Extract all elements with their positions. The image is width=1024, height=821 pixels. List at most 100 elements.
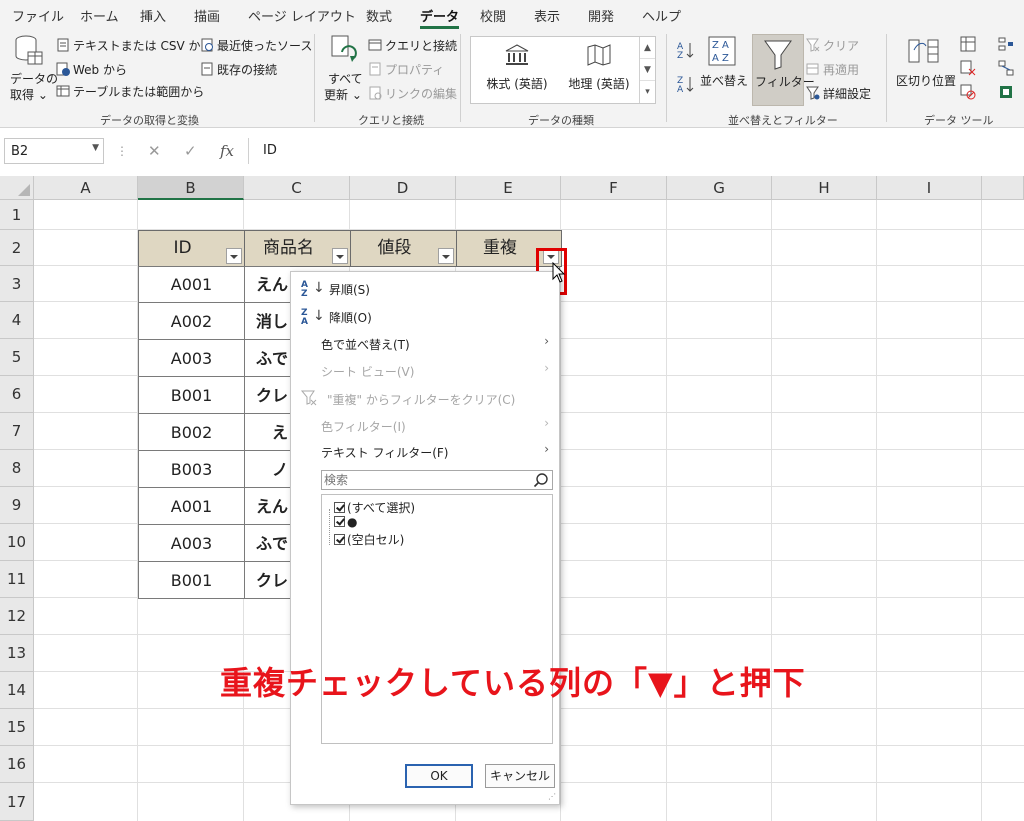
- table-cell-product-name[interactable]: クレ: [244, 561, 290, 599]
- filter-dropdown-button[interactable]: [332, 248, 348, 264]
- tab-page-layout[interactable]: ページ レイアウト: [248, 6, 356, 25]
- table-cell-product-name[interactable]: クレ: [244, 376, 290, 414]
- consolidate-icon[interactable]: [998, 36, 1014, 52]
- from-table-button[interactable]: テーブルまたは範囲から: [56, 84, 204, 99]
- gallery-scrollbar[interactable]: ▲ ▼ ▾: [639, 37, 655, 103]
- row-header-9[interactable]: 9: [0, 487, 34, 524]
- tab-insert[interactable]: 挿入: [140, 6, 166, 25]
- table-cell-product-name[interactable]: えん: [244, 487, 290, 525]
- sort-by-color-item[interactable]: 色で並べ替え(T) ›: [291, 334, 559, 356]
- column-header-a[interactable]: A: [34, 176, 138, 200]
- sort-descending-button[interactable]: ZA: [676, 74, 696, 95]
- tab-file[interactable]: ファイル: [12, 6, 64, 25]
- tab-developer[interactable]: 開発: [588, 6, 614, 25]
- table-cell-product-name[interactable]: 消し: [244, 302, 290, 340]
- column-header-f[interactable]: F: [561, 176, 667, 200]
- filter-button[interactable]: フィルター: [752, 34, 815, 106]
- tab-view[interactable]: 表示: [534, 6, 560, 25]
- gallery-up-icon[interactable]: ▲: [640, 37, 655, 59]
- gallery-down-icon[interactable]: ▼: [640, 59, 655, 81]
- tab-formulas[interactable]: 数式: [366, 6, 392, 25]
- from-web-button[interactable]: Web から: [56, 62, 127, 77]
- relationships-icon[interactable]: [998, 60, 1014, 76]
- from-text-csv-button[interactable]: テキストまたは CSV から: [56, 38, 212, 53]
- table-cell-id[interactable]: B002: [138, 413, 245, 451]
- table-cell-id[interactable]: A003: [138, 524, 245, 562]
- advanced-filter-button[interactable]: 詳細設定: [806, 86, 871, 101]
- filter-value-blank[interactable]: (空白セル): [334, 531, 404, 548]
- column-header-g[interactable]: G: [667, 176, 772, 200]
- sort-button[interactable]: Z A A Z 並べ替え: [700, 34, 748, 104]
- table-cell-id[interactable]: B001: [138, 376, 245, 414]
- clear-filter-item[interactable]: "重複" からフィルターをクリア(C): [291, 388, 559, 410]
- row-header-14[interactable]: 14: [0, 672, 34, 709]
- search-icon[interactable]: [533, 472, 549, 488]
- confirm-entry-icon[interactable]: ✓: [184, 142, 197, 160]
- chevron-down-icon[interactable]: ▼: [92, 143, 99, 153]
- row-header-2[interactable]: 2: [0, 230, 34, 266]
- flash-fill-icon[interactable]: [960, 36, 976, 52]
- column-header-e[interactable]: E: [456, 176, 561, 200]
- column-header-c[interactable]: C: [244, 176, 350, 200]
- geography-button[interactable]: 地理 (英語): [559, 41, 639, 99]
- tab-help[interactable]: ヘルプ: [642, 6, 681, 25]
- reapply-button[interactable]: 再適用: [806, 62, 859, 77]
- column-header-b[interactable]: B: [138, 176, 244, 200]
- tab-data[interactable]: データ: [420, 6, 460, 29]
- resize-grip-icon[interactable]: ⋰: [548, 792, 556, 801]
- table-cell-id[interactable]: B003: [138, 450, 245, 488]
- row-header-3[interactable]: 3: [0, 266, 34, 302]
- color-filter-item[interactable]: 色フィルター(I) ›: [291, 416, 559, 438]
- clear-filter-button[interactable]: クリア: [806, 38, 859, 53]
- insert-function-icon[interactable]: fx: [220, 142, 234, 160]
- table-cell-product-name[interactable]: ノ: [244, 450, 290, 488]
- checkbox-checked[interactable]: [334, 516, 345, 527]
- table-cell-product-name[interactable]: えん: [244, 266, 290, 303]
- sort-ascending-item[interactable]: AZ ↓ 昇順(S): [291, 278, 559, 300]
- column-header-i[interactable]: I: [877, 176, 982, 200]
- data-validation-icon[interactable]: [960, 84, 976, 100]
- row-header-17[interactable]: 17: [0, 783, 34, 821]
- row-header-5[interactable]: 5: [0, 339, 34, 376]
- queries-connections-button[interactable]: クエリと接続: [368, 38, 457, 53]
- tab-review[interactable]: 校閲: [480, 6, 506, 25]
- tab-home[interactable]: ホーム: [80, 6, 119, 25]
- filter-dropdown-button[interactable]: [438, 248, 454, 264]
- text-to-columns-button[interactable]: 区切り位置: [894, 34, 956, 104]
- select-all-button[interactable]: [0, 176, 34, 200]
- table-cell-product-name[interactable]: ふで: [244, 339, 290, 377]
- column-header-d[interactable]: D: [350, 176, 456, 200]
- table-cell-product-name[interactable]: え: [244, 413, 290, 451]
- table-cell-id[interactable]: A001: [138, 487, 245, 525]
- row-header-15[interactable]: 15: [0, 709, 34, 746]
- ok-button[interactable]: OK: [405, 764, 473, 788]
- filter-value-item[interactable]: ●: [334, 515, 357, 529]
- checkbox-checked[interactable]: [334, 502, 345, 513]
- row-header-12[interactable]: 12: [0, 598, 34, 635]
- filter-value-select-all[interactable]: (すべて選択): [334, 499, 415, 516]
- row-header-10[interactable]: 10: [0, 524, 34, 561]
- row-header-4[interactable]: 4: [0, 302, 34, 339]
- existing-connections-button[interactable]: 既存の接続: [200, 62, 277, 77]
- formula-input[interactable]: ID: [248, 138, 1024, 164]
- edit-links-button[interactable]: リンクの編集: [368, 86, 457, 101]
- data-model-icon[interactable]: [998, 84, 1014, 100]
- sort-ascending-button[interactable]: AZ: [676, 40, 696, 61]
- get-data-button[interactable]: データの 取得 ⌄: [8, 34, 58, 104]
- stocks-button[interactable]: 株式 (英語): [477, 41, 557, 99]
- column-header-h[interactable]: H: [772, 176, 877, 200]
- properties-button[interactable]: プロパティ: [368, 62, 444, 77]
- refresh-all-button[interactable]: すべて 更新 ⌄: [322, 34, 366, 104]
- table-cell-id[interactable]: A003: [138, 339, 245, 377]
- sort-descending-item[interactable]: ZA ↓ 降順(O): [291, 306, 559, 328]
- filter-dropdown-button[interactable]: [226, 248, 242, 264]
- table-cell-id[interactable]: A001: [138, 266, 245, 303]
- table-cell-product-name[interactable]: ふで: [244, 524, 290, 562]
- cancel-entry-icon[interactable]: ✕: [148, 142, 161, 160]
- row-header-6[interactable]: 6: [0, 376, 34, 413]
- row-header-1[interactable]: 1: [0, 200, 34, 230]
- remove-duplicates-icon[interactable]: [960, 60, 976, 76]
- table-cell-id[interactable]: A002: [138, 302, 245, 340]
- recent-sources-button[interactable]: 最近使ったソース: [200, 38, 312, 53]
- cancel-button[interactable]: キャンセル: [485, 764, 555, 788]
